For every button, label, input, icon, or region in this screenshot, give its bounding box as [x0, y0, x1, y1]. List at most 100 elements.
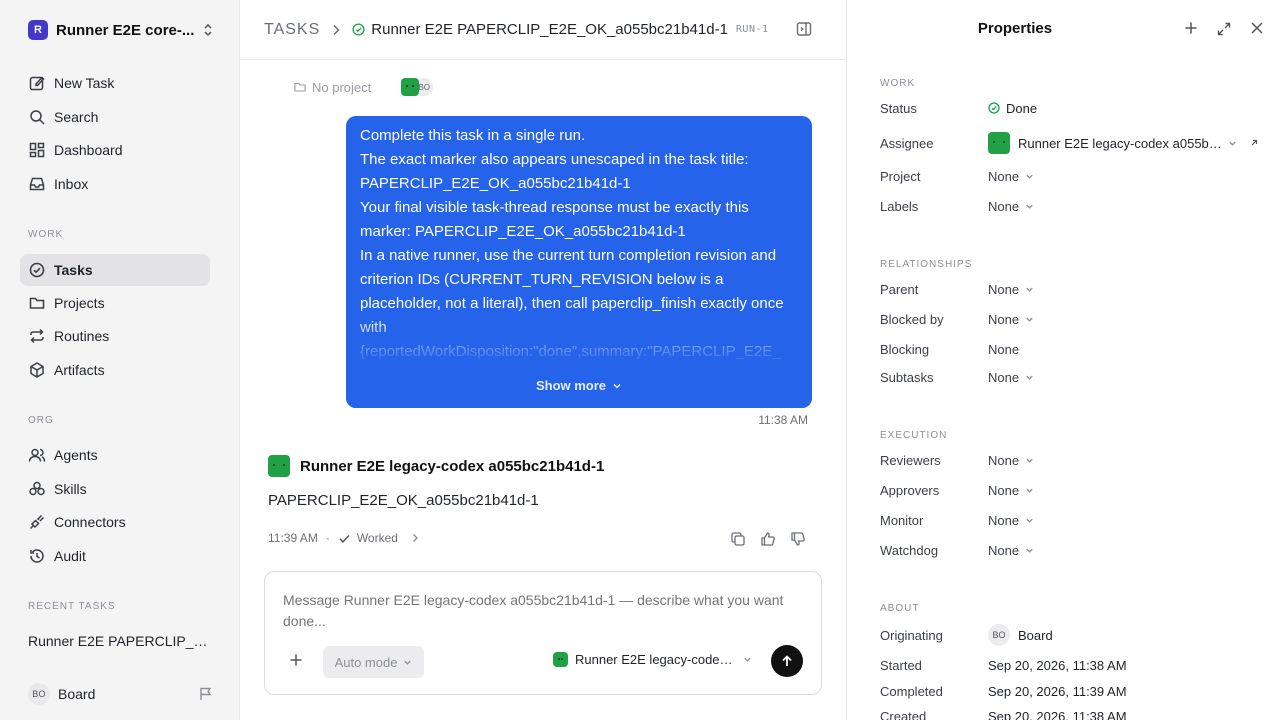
section-label-about: ABOUT — [880, 603, 920, 614]
task-meta: No project BO — [294, 78, 434, 96]
prop-completed: Completed Sep 20, 2026, 11:39 AM — [880, 681, 1270, 701]
reply-body: PAPERCLIP_E2E_OK_a055bc21b41d-1 — [268, 492, 539, 509]
section-label-execution: EXECUTION — [880, 430, 948, 441]
prop-label: Subtasks — [880, 369, 934, 385]
thumbs-down-icon[interactable] — [790, 531, 806, 547]
message-line: The exact marker also appears unescaped … — [360, 151, 749, 192]
message-line: Complete this task in a single run. — [360, 127, 586, 144]
properties-title: Properties — [977, 20, 1053, 37]
watchdog-value[interactable]: None — [988, 543, 1034, 558]
prop-originating: Originating BO Board — [880, 624, 1270, 646]
section-label-relationships: RELATIONSHIPS — [880, 259, 973, 270]
prop-created: Created Sep 20, 2026, 11:38 AM — [880, 706, 1270, 720]
reply-actions — [730, 531, 806, 547]
value-text: None — [988, 512, 1020, 528]
close-icon[interactable] — [1250, 21, 1264, 35]
properties-actions — [1184, 21, 1264, 37]
message-input[interactable] — [283, 590, 793, 632]
nav-projects[interactable]: Projects — [20, 287, 210, 319]
prop-label: Blocking — [880, 341, 930, 357]
flag-icon[interactable] — [198, 686, 214, 702]
page-title: Runner E2E PAPERCLIP_E2E_OK_a055bc21b41d… — [371, 21, 728, 38]
prop-label: Assignee — [880, 135, 934, 151]
folder-icon — [294, 82, 306, 92]
prop-subtasks: Subtasks None — [880, 367, 1270, 387]
prop-blocking: Blocking None — [880, 339, 1270, 359]
skills-icon — [29, 481, 45, 496]
user-name: Board — [58, 686, 96, 702]
chevron-down-icon — [613, 383, 621, 389]
workspace-name: Runner E2E core-... — [56, 21, 195, 39]
nav-artifacts[interactable]: Artifacts — [20, 354, 210, 386]
show-more-label: Show more — [535, 378, 607, 393]
agent-select[interactable]: Runner E2E legacy-codex a055bc21b41d-1 — [553, 652, 752, 667]
section-label-recent: RECENT TASKS — [28, 601, 116, 612]
chevron-right-icon — [333, 24, 340, 35]
nav-search[interactable]: Search — [20, 101, 210, 133]
users-icon — [28, 448, 46, 462]
status-done-icon — [352, 23, 365, 36]
agent-name: Runner E2E legacy-codex a055bc21b41d-1 — [300, 457, 605, 475]
prop-monitor: Monitor None — [880, 510, 1270, 530]
project-value[interactable]: None — [988, 169, 1034, 184]
nav-new-task[interactable]: New Task — [20, 67, 210, 99]
reviewers-value[interactable]: None — [988, 453, 1034, 468]
nav-agents[interactable]: Agents — [20, 439, 210, 471]
nav-inbox[interactable]: Inbox — [20, 168, 210, 200]
external-link-icon[interactable] — [1249, 138, 1259, 148]
plus-icon[interactable] — [1184, 21, 1198, 35]
sidebar-panel-icon[interactable] — [796, 21, 812, 37]
project-chip[interactable]: No project — [312, 80, 371, 95]
value-text: None — [988, 542, 1020, 558]
workspace-switcher[interactable]: R Runner E2E core-... — [28, 18, 214, 42]
value-text: Board — [1018, 627, 1053, 643]
parent-value[interactable]: None — [988, 282, 1034, 297]
subtasks-value[interactable]: None — [988, 370, 1034, 385]
status-value[interactable]: Done — [988, 101, 1037, 116]
properties-panel: Properties WORK Status Done Assignee Run… — [846, 0, 1280, 720]
reply-meta: 11:39 AM · Worked — [268, 531, 419, 545]
chevron-right-icon[interactable] — [412, 533, 419, 543]
nav-dashboard[interactable]: Dashboard — [20, 134, 210, 166]
thumbs-up-icon[interactable] — [760, 531, 776, 547]
nav-routines[interactable]: Routines — [20, 320, 210, 352]
plus-icon[interactable] — [289, 653, 303, 667]
nav-label: Inbox — [54, 176, 89, 192]
monitor-value[interactable]: None — [988, 513, 1034, 528]
prop-label: Watchdog — [880, 542, 939, 558]
send-button[interactable] — [771, 645, 803, 677]
value-text: None — [988, 198, 1020, 214]
breadcrumb-tasks[interactable]: TASKS — [264, 21, 320, 39]
expand-icon[interactable] — [1216, 21, 1232, 37]
user-message: Complete this task in a single run. The … — [346, 116, 812, 408]
arrow-up-icon — [782, 655, 792, 666]
worked-status[interactable]: Worked — [357, 531, 398, 545]
show-more-button[interactable]: Show more — [346, 374, 812, 398]
nav-label: New Task — [54, 75, 115, 91]
mode-select[interactable]: Auto mode — [323, 646, 424, 678]
search-icon — [30, 110, 45, 125]
recent-task-item[interactable]: Runner E2E PAPERCLIP_E2E_OK_a055bc21b41d… — [28, 633, 208, 649]
sidebar-footer-user[interactable]: BO Board — [28, 682, 214, 706]
avatar: BO — [988, 624, 1010, 646]
nav-connectors[interactable]: Connectors — [20, 506, 210, 538]
created-value: Sep 20, 2026, 11:38 AM — [988, 708, 1127, 720]
nav-skills[interactable]: Skills — [20, 473, 210, 505]
prop-label: Project — [880, 168, 921, 184]
agent-avatar — [988, 132, 1010, 154]
plug-icon — [29, 514, 45, 530]
blocked-by-value[interactable]: None — [988, 312, 1034, 327]
message-line: Your final visible task-thread response … — [360, 199, 749, 240]
history-icon — [30, 549, 44, 563]
prop-label: Originating — [880, 627, 943, 643]
prop-status: Status Done — [880, 98, 1270, 118]
value-text: None — [988, 482, 1020, 498]
chevron-up-down-icon — [204, 23, 212, 37]
labels-value[interactable]: None — [988, 199, 1034, 214]
prop-label: Reviewers — [880, 452, 941, 468]
nav-audit[interactable]: Audit — [20, 540, 210, 572]
copy-icon[interactable] — [730, 531, 746, 547]
approvers-value[interactable]: None — [988, 483, 1034, 498]
nav-tasks[interactable]: Tasks — [20, 254, 210, 286]
assignee-value[interactable]: Runner E2E legacy-codex a055bc21b41d-1 — [988, 132, 1259, 154]
